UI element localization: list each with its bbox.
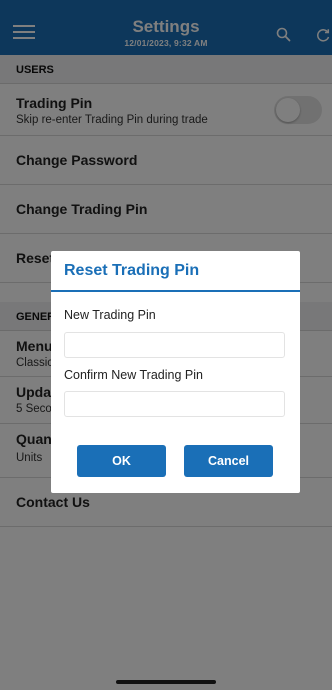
- ok-button[interactable]: OK: [77, 445, 166, 477]
- dialog-divider: [51, 290, 300, 292]
- cancel-button[interactable]: Cancel: [184, 445, 273, 477]
- new-trading-pin-input[interactable]: [64, 332, 285, 358]
- new-trading-pin-label: New Trading Pin: [64, 308, 156, 322]
- reset-trading-pin-dialog: Reset Trading Pin New Trading Pin Confir…: [51, 251, 300, 493]
- home-indicator: [116, 680, 216, 684]
- dialog-title: Reset Trading Pin: [64, 262, 200, 279]
- confirm-trading-pin-input[interactable]: [64, 391, 285, 417]
- confirm-trading-pin-label: Confirm New Trading Pin: [64, 368, 203, 382]
